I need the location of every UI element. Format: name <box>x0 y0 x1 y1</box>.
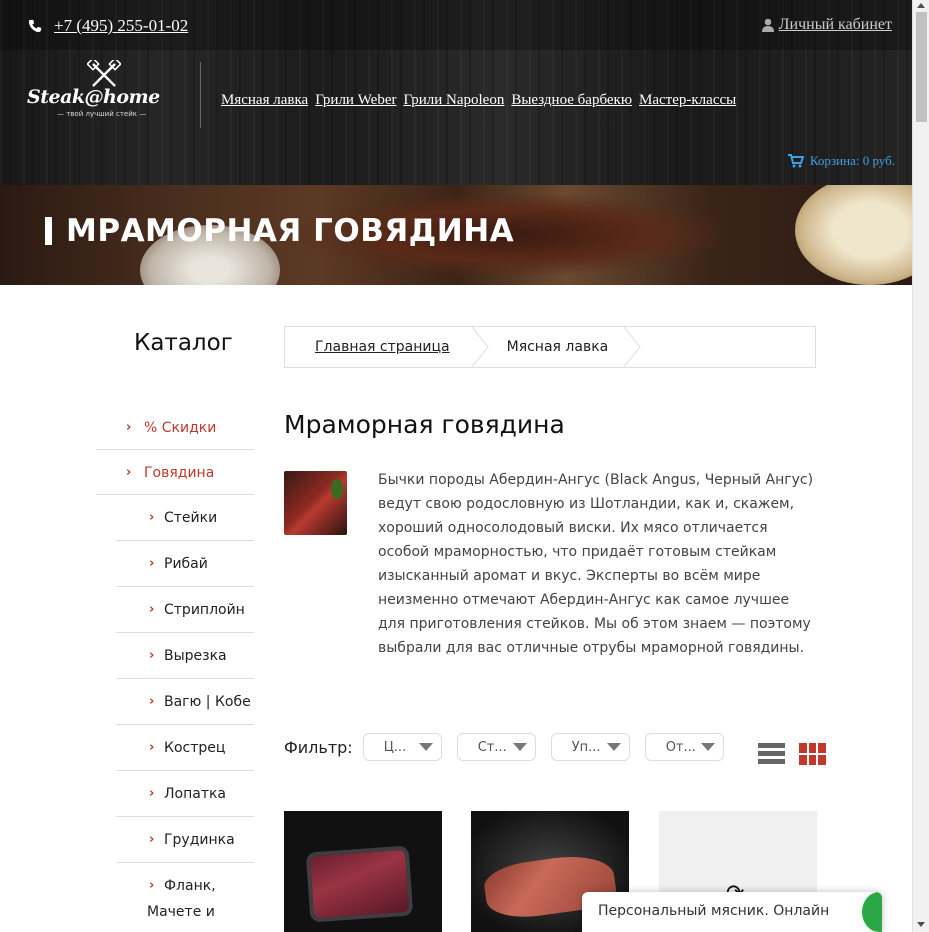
banner-bowl-image <box>795 185 912 285</box>
chevron-right-icon: › <box>149 510 155 525</box>
breadcrumb-current: Мясная лавка <box>490 327 643 367</box>
grid-view-icon[interactable] <box>799 743 826 765</box>
chevron-right-icon: › <box>149 602 155 617</box>
nav-item-bbq-catering[interactable]: Выездное барбекю <box>511 92 632 109</box>
cart-link[interactable]: Корзина: 0 руб. <box>787 153 895 169</box>
top-bar: +7 (495) 255-01-02 Личный кабинет <box>0 0 912 50</box>
cart-icon <box>787 154 804 168</box>
logo[interactable]: Steak@home — твой лучший стейк — <box>27 60 177 122</box>
sidebar-item-ribeye[interactable]: › Рибай <box>116 541 254 587</box>
cart-label[interactable]: Корзина: 0 руб. <box>810 153 895 169</box>
chevron-right-icon: › <box>149 878 155 893</box>
sidebar-item-brisket[interactable]: › Грудинка <box>116 817 254 863</box>
catalog-title: Каталог <box>134 330 233 356</box>
breadcrumb: Главная страница Мясная лавка <box>284 326 816 368</box>
sidebar-item-rump[interactable]: › Кострец <box>116 725 254 771</box>
sidebar-item-flank[interactable]: › Фланк, Мачете и <box>116 863 254 932</box>
list-view-icon[interactable] <box>758 743 785 765</box>
site-header: +7 (495) 255-01-02 Личный кабинет Steak@… <box>0 0 912 185</box>
account-label[interactable]: Личный кабинет <box>779 16 892 34</box>
header-divider <box>200 62 201 128</box>
banner-title: МРАМОРНАЯ ГОВЯДИНА <box>45 213 514 249</box>
product-card[interactable] <box>284 811 442 932</box>
chevron-right-icon: › <box>149 556 155 571</box>
user-icon <box>761 18 774 32</box>
category-thumbnail <box>284 471 347 535</box>
catalog-sidebar: ›% Скидки › Говядина › Стейки › Рибай › Стри… <box>96 405 254 932</box>
chevron-right-icon: › <box>149 694 155 709</box>
dropdown-arrow-icon <box>700 743 715 751</box>
chat-widget[interactable]: Персональный мясник. Онлайн <box>582 892 882 932</box>
chevron-right-icon: › <box>149 648 155 663</box>
sidebar-item-beef[interactable]: › Говядина <box>96 450 254 495</box>
fork-spatula-icon <box>87 60 121 87</box>
breadcrumb-separator <box>623 327 641 367</box>
logo-brand: Steak@home <box>27 86 160 108</box>
nav-item-meat-shop[interactable]: Мясная лавка <box>221 92 308 109</box>
chat-status-indicator <box>862 892 882 932</box>
sidebar-item-shoulder[interactable]: › Лопатка <box>116 771 254 817</box>
page-title: Мраморная говядина <box>284 410 565 439</box>
account-link[interactable]: Личный кабинет <box>761 16 892 34</box>
breadcrumb-separator <box>471 327 489 367</box>
hero-banner: МРАМОРНАЯ ГОВЯДИНА <box>0 185 912 285</box>
category-description: Бычки породы Абердин-Ангус (Black Angus,… <box>378 472 814 656</box>
sidebar-item-tenderloin[interactable]: › Вырезка <box>116 633 254 679</box>
scroll-thumb[interactable] <box>916 12 927 122</box>
chevron-right-icon: › <box>149 740 155 755</box>
nav-item-master-classes[interactable]: Мастер-классы <box>639 92 736 109</box>
nav-item-napoleon-grills[interactable]: Грили Napoleon <box>403 92 504 109</box>
sidebar-item-wagyu[interactable]: › Вагю | Кобе <box>116 679 254 725</box>
dropdown-arrow-icon <box>512 743 527 751</box>
filter-select-price[interactable]: Ц... <box>362 733 442 761</box>
chevron-right-icon: › <box>149 832 155 847</box>
breadcrumb-home[interactable]: Главная страница <box>285 327 490 367</box>
product-image[interactable] <box>309 849 410 919</box>
scroll-down-arrow[interactable] <box>917 922 925 927</box>
filter-select-4[interactable]: От... <box>644 733 724 761</box>
filter-select-packaging[interactable]: Уп... <box>550 733 630 761</box>
filter-bar: Фильтр: Ц... Ст... Уп... От... <box>284 733 739 761</box>
phone-icon <box>28 19 42 33</box>
sidebar-item-steaks[interactable]: › Стейки <box>116 495 254 541</box>
filter-select-2[interactable]: Ст... <box>456 733 536 761</box>
chevron-right-icon: › <box>149 786 155 801</box>
sidebar-item-striploin[interactable]: › Стриплойн <box>116 587 254 633</box>
logo-tagline: — твой лучший стейк — <box>57 110 147 118</box>
phone-link[interactable]: +7 (495) 255-01-02 <box>28 16 188 36</box>
phone-number[interactable]: +7 (495) 255-01-02 <box>54 16 188 36</box>
nav-item-weber-grills[interactable]: Грили Weber <box>315 92 396 109</box>
chevron-right-icon: › <box>126 465 132 480</box>
scroll-up-arrow[interactable] <box>917 3 925 8</box>
main-nav: Мясная лавка Грили Weber Грили Napoleon … <box>221 92 736 109</box>
filter-label: Фильтр: <box>284 737 353 757</box>
scrollbar[interactable] <box>912 0 929 932</box>
dropdown-arrow-icon <box>418 743 433 751</box>
chat-label[interactable]: Персональный мясник. Онлайн <box>598 903 829 919</box>
chevron-right-icon: › <box>126 420 132 435</box>
sidebar-item-discounts[interactable]: ›% Скидки <box>96 405 254 450</box>
dropdown-arrow-icon <box>606 743 621 751</box>
